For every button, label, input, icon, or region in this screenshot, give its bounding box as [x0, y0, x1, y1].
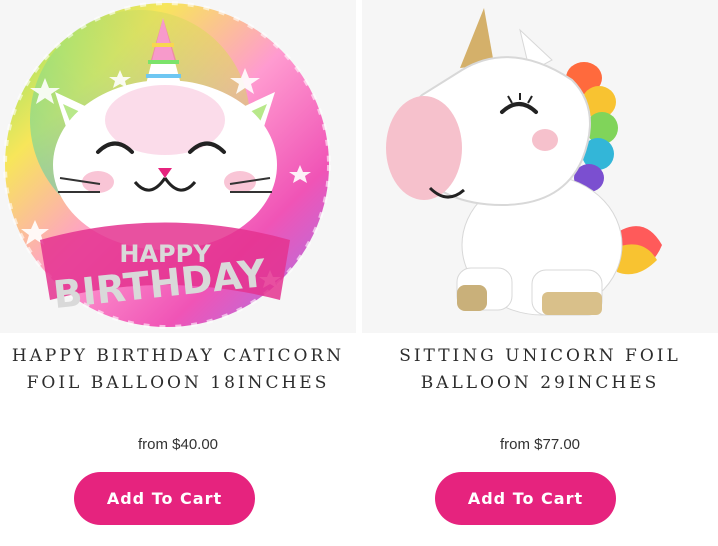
product-title-line1: SITTING UNICORN FOIL [399, 346, 681, 366]
product-title-line2: BALLOON 29INCHES [420, 373, 660, 393]
product-image-caticorn[interactable]: HAPPY BIRTHDAY [0, 0, 356, 333]
product-price: from $40.00 [137, 436, 219, 453]
add-to-cart-button[interactable]: Add To Cart [74, 472, 255, 525]
add-to-cart-button[interactable]: Add To Cart [435, 472, 616, 525]
product-price: from $77.00 [499, 436, 581, 453]
product-title[interactable]: SITTING UNICORN FOIL BALLOON 29INCHES [362, 343, 718, 397]
product-image-unicorn[interactable] [362, 0, 718, 333]
product-card-unicorn: SITTING UNICORN FOIL BALLOON 29INCHES fr… [362, 0, 718, 546]
product-card-caticorn: HAPPY BIRTHDAY HAPPY BIRTHDAY CATICORN F… [0, 0, 356, 546]
caticorn-balloon-illustration: HAPPY BIRTHDAY [3, 1, 331, 329]
product-title[interactable]: HAPPY BIRTHDAY CATICORN FOIL BALLOON 18I… [0, 343, 356, 397]
product-title-line2: FOIL BALLOON 18INCHES [26, 373, 330, 393]
product-title-line1: HAPPY BIRTHDAY CATICORN [11, 346, 345, 366]
unicorn-balloon-illustration [386, 8, 662, 316]
